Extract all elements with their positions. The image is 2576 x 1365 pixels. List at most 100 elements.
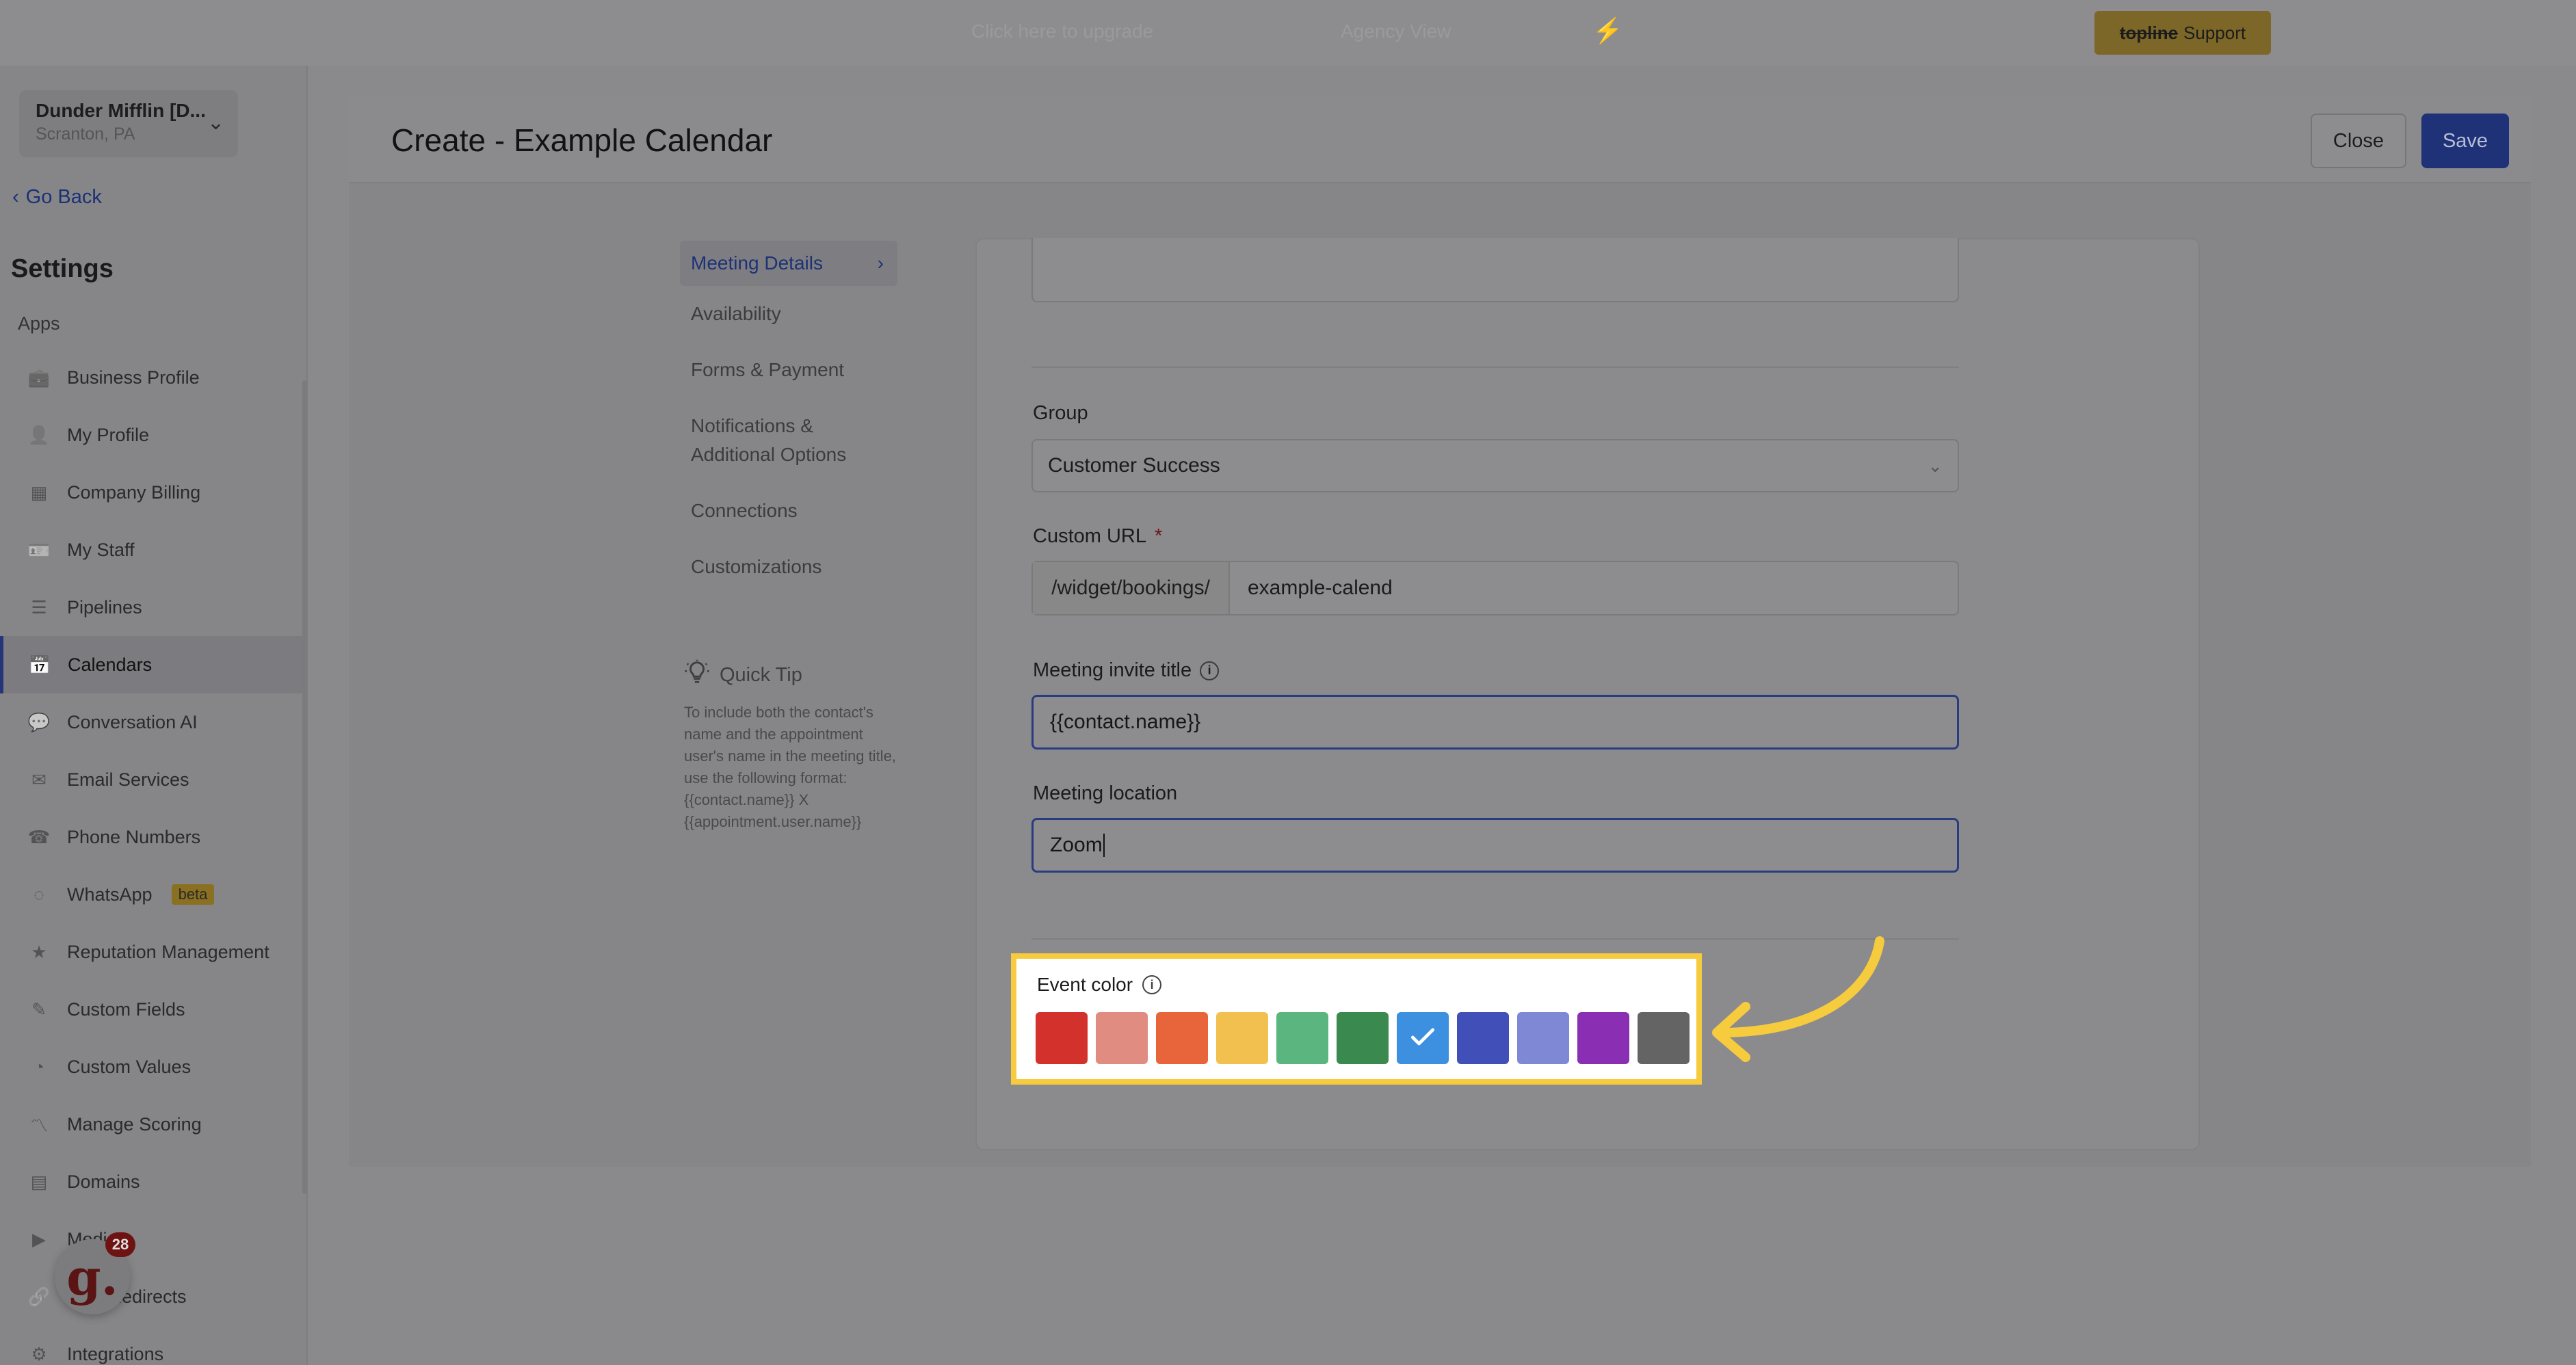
page-header: Create - Example Calendar Close Save: [349, 97, 2531, 183]
info-icon[interactable]: i: [1200, 661, 1220, 680]
pie-icon: ◔: [34, 1056, 44, 1077]
video-icon: ▶: [32, 1228, 46, 1249]
sidebar-item-label: Integrations: [67, 1343, 164, 1364]
color-swatch[interactable]: [1276, 1012, 1328, 1064]
plug-icon: ⚙: [31, 1343, 47, 1364]
sidebar-item-label: Calendars: [68, 654, 153, 675]
custom-url-label: Custom URL *: [1033, 525, 1162, 548]
beta-badge: beta: [171, 884, 215, 905]
custom-url-input[interactable]: example-calend: [1230, 562, 1958, 614]
sidebar-item-domains[interactable]: ▤ Domains: [0, 1153, 305, 1210]
color-swatch[interactable]: [1036, 1012, 1088, 1064]
location-label-text: Meeting location: [1033, 782, 1178, 804]
save-button[interactable]: Save: [2421, 114, 2509, 168]
sidebar-item-label: Custom Values: [67, 1056, 192, 1077]
color-swatch[interactable]: [1457, 1012, 1509, 1064]
link-icon: 🔗: [27, 1286, 51, 1307]
sidebar-item-manage-scoring[interactable]: 〽 Manage Scoring: [0, 1096, 305, 1153]
funnel-icon: ☰: [31, 596, 47, 618]
tab-connections[interactable]: Connections: [680, 496, 897, 525]
sidebar-item-label: Company Billing: [67, 481, 201, 503]
notification-count-badge: 28: [105, 1232, 135, 1257]
color-swatch[interactable]: [1096, 1012, 1148, 1064]
sidebar-item-custom-values[interactable]: ◔ Custom Values: [0, 1038, 305, 1096]
event-color-highlight: Event color i: [1011, 953, 1702, 1085]
grid-icon: ▦: [30, 481, 48, 503]
lightbulb-icon: [684, 659, 710, 691]
quick-tip-title: Quick Tip: [720, 663, 802, 686]
invite-title-input[interactable]: {{contact.name}}: [1031, 695, 1959, 750]
color-swatch[interactable]: [1577, 1012, 1629, 1064]
sidebar-item-my-profile[interactable]: 👤 My Profile: [0, 406, 305, 464]
sidebar-item-my-staff[interactable]: 🪪 My Staff: [0, 521, 305, 579]
description-textarea[interactable]: [1031, 238, 1959, 302]
quick-tip-heading: Quick Tip: [684, 659, 802, 691]
custom-url-prefix: /widget/bookings/: [1033, 562, 1230, 614]
agency-view-link[interactable]: Agency View: [1341, 21, 1451, 42]
location-input[interactable]: Zoom: [1031, 818, 1959, 873]
text-caret: [1103, 834, 1105, 857]
upgrade-link[interactable]: Click here to upgrade: [971, 21, 1153, 42]
sidebar-scrollbar[interactable]: [302, 380, 306, 1194]
sidebar-item-label: Email Services: [67, 769, 189, 790]
support-brand: topline: [2119, 22, 2179, 43]
top-bar: Click here to upgrade Agency View ⚡ topl…: [0, 0, 2576, 66]
tab-meeting-details[interactable]: Meeting Details ›: [680, 241, 897, 286]
color-swatch[interactable]: [1337, 1012, 1389, 1064]
group-value: Customer Success: [1048, 454, 1220, 477]
sidebar-item-label: Manage Scoring: [67, 1113, 202, 1135]
quick-tip-text: To include both the contact's name and t…: [684, 704, 896, 830]
server-icon: ▤: [30, 1171, 48, 1192]
briefcase-icon: 💼: [27, 367, 51, 388]
sidebar-item-label: Pipelines: [67, 596, 142, 618]
chevron-down-icon: ⌄: [207, 111, 224, 134]
group-select[interactable]: Customer Success ⌄: [1031, 439, 1959, 492]
location-value: Zoom: [1050, 834, 1103, 856]
sidebar-item-whatsapp[interactable]: ◌ WhatsApp beta: [0, 866, 305, 923]
tab-notifications[interactable]: Notifications & Additional Options: [680, 412, 878, 469]
sidebar-item-reputation-management[interactable]: ★ Reputation Management: [0, 923, 305, 981]
go-back-label: Go Back: [25, 186, 102, 208]
sidebar-item-conversation-ai[interactable]: 💬 Conversation AI: [0, 693, 305, 751]
sidebar-item-integrations[interactable]: ⚙ Integrations: [0, 1325, 305, 1365]
sidebar-item-media[interactable]: ▶Media: [0, 1210, 305, 1268]
info-icon[interactable]: i: [1142, 975, 1162, 994]
close-button[interactable]: Close: [2311, 114, 2406, 168]
sidebar-item-company-billing[interactable]: ▦ Company Billing: [0, 464, 305, 521]
sidebar-item-email-services[interactable]: ✉ Email Services: [0, 751, 305, 808]
support-button[interactable]: topline Support: [2094, 11, 2271, 55]
tab-label: Meeting Details: [691, 252, 823, 274]
sidebar-item-label: Phone Numbers: [67, 826, 201, 847]
color-swatch[interactable]: [1638, 1012, 1690, 1064]
sidebar-item-business-profile[interactable]: 💼 Business Profile: [0, 349, 305, 406]
color-swatch[interactable]: [1397, 1012, 1449, 1064]
event-color-label-text: Event color: [1037, 974, 1133, 995]
sidebar: Dunder Mifflin [D... Scranton, PA ⌄ ‹ Go…: [0, 66, 308, 1365]
sidebar-item-custom-fields[interactable]: ✎ Custom Fields: [0, 981, 305, 1038]
color-swatch[interactable]: [1156, 1012, 1208, 1064]
star-icon: ★: [31, 941, 47, 962]
settings-title: Settings: [11, 254, 114, 283]
lightning-icon[interactable]: ⚡: [1592, 16, 1623, 45]
go-back-link[interactable]: ‹ Go Back: [12, 186, 102, 209]
tab-forms-payment[interactable]: Forms & Payment: [680, 356, 897, 384]
sidebar-item-calendars[interactable]: 📅 Calendars: [0, 636, 305, 693]
edit-field-icon: ✎: [31, 998, 47, 1020]
chevron-down-icon: ⌄: [1928, 455, 1943, 476]
color-swatch[interactable]: [1517, 1012, 1569, 1064]
org-name: Dunder Mifflin [D...: [36, 100, 206, 121]
chevron-left-icon: ‹: [12, 186, 19, 208]
sidebar-item-label: Custom Fields: [67, 998, 185, 1020]
sidebar-item-label: Domains: [67, 1171, 140, 1192]
tab-customizations[interactable]: Customizations: [680, 553, 897, 581]
sidebar-item-url-redirects[interactable]: 🔗 URL Redirects: [0, 1268, 305, 1325]
sidebar-item-phone-numbers[interactable]: ☎ Phone Numbers: [0, 808, 305, 866]
tab-availability[interactable]: Availability: [680, 300, 897, 328]
sidebar-item-pipelines[interactable]: ☰ Pipelines: [0, 579, 305, 636]
pointer-arrow-icon: [1712, 936, 1884, 1062]
sidebar-item-label: Business Profile: [67, 367, 200, 388]
id-card-icon: 🪪: [27, 539, 51, 560]
color-swatch[interactable]: [1216, 1012, 1268, 1064]
org-switcher[interactable]: Dunder Mifflin [D... Scranton, PA ⌄: [19, 90, 238, 157]
mail-icon: ✉: [31, 769, 47, 790]
